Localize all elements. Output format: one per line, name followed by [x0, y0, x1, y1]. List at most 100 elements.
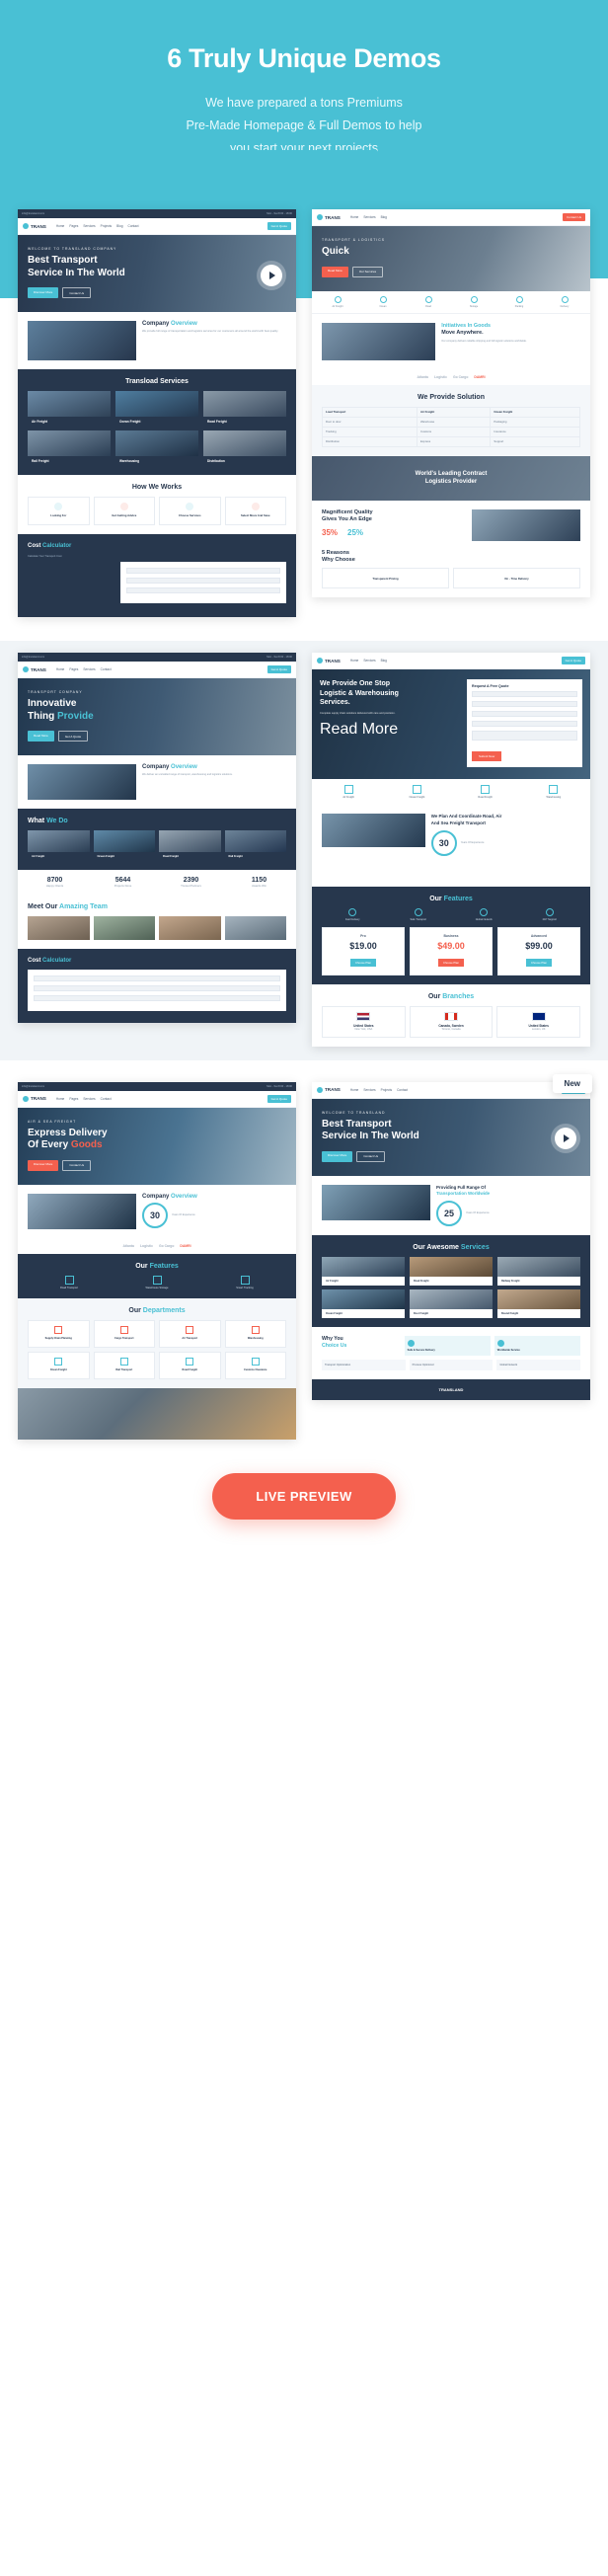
nav-item-services[interactable]: Services: [83, 667, 95, 671]
demo-screenshot-6[interactable]: TRANS Home Services Projects Contact Get…: [312, 1081, 590, 1400]
header-cta-button[interactable]: Contact Us: [563, 213, 585, 222]
nav-item-contact[interactable]: Contact: [397, 1088, 408, 1092]
service-label[interactable]: Ocean Freight: [322, 1308, 405, 1318]
nav-item-contact[interactable]: Contact: [101, 1097, 112, 1101]
logo[interactable]: TRANS: [23, 666, 46, 673]
nav-menu[interactable]: Home Services Blog: [350, 659, 387, 663]
demo-screenshot-5[interactable]: info@transland.com Mon - Sat 8:00 - 18:0…: [18, 1081, 296, 1440]
nav-item-blog[interactable]: Blog: [381, 659, 387, 663]
icon-item[interactable]: Packing: [497, 295, 541, 308]
logo[interactable]: TRANS: [23, 1095, 46, 1102]
logo[interactable]: TRANS: [317, 658, 341, 664]
branch-item[interactable]: Canada, Sweden Toronto, Canada: [409, 1005, 494, 1038]
quote-phone-input[interactable]: [471, 711, 577, 718]
department-item[interactable]: Rail Transport: [93, 1351, 155, 1379]
branch-item[interactable]: United States New York, USA: [322, 1005, 406, 1038]
department-item[interactable]: Warehousing: [224, 1319, 286, 1348]
quote-form[interactable]: Request A Free Quote Submit Now: [466, 679, 582, 768]
nav-item-projects[interactable]: Projects: [381, 1088, 393, 1092]
nav-menu[interactable]: Home Services Blog: [350, 215, 387, 219]
calculator-input[interactable]: [126, 568, 280, 575]
service-label[interactable]: Rail Freight: [28, 456, 111, 467]
nav-item-home[interactable]: Home: [56, 1097, 65, 1101]
team-member-photo[interactable]: [28, 916, 90, 941]
service-label[interactable]: Road Freight: [203, 417, 286, 428]
service-label[interactable]: Ocean Freight: [93, 852, 155, 862]
icon-item[interactable]: Delivery: [543, 295, 586, 308]
nav-item-projects[interactable]: Projects: [101, 224, 113, 228]
nav-item-contact[interactable]: Contact: [128, 224, 139, 228]
team-member-photo[interactable]: [93, 916, 155, 941]
nav-menu[interactable]: Home Pages Services Contact: [56, 667, 112, 671]
icon-item[interactable]: Ocean Freight: [384, 785, 449, 799]
calculator-input[interactable]: [126, 587, 280, 594]
nav-item-services[interactable]: Services: [83, 1097, 95, 1101]
nav-item-blog[interactable]: Blog: [116, 224, 122, 228]
quote-email-input[interactable]: [471, 701, 577, 708]
nav-menu[interactable]: Home Pages Services Contact: [56, 1097, 112, 1101]
quote-submit-button[interactable]: Submit Now: [471, 751, 502, 762]
calculator-input[interactable]: [34, 985, 280, 992]
banner-secondary-button[interactable]: Contact Us: [62, 1159, 92, 1171]
banner-primary-button[interactable]: Discover More: [28, 287, 59, 299]
pricing-card[interactable]: Advanced $99.00 Choose Plan: [497, 926, 580, 976]
service-label[interactable]: Distribution: [203, 456, 286, 467]
department-item[interactable]: Road Freight: [159, 1351, 221, 1379]
coordinate-button[interactable]: Read More: [431, 860, 509, 878]
service-label[interactable]: Air Freight: [28, 852, 90, 862]
banner-secondary-button[interactable]: Get A Quote: [57, 731, 89, 742]
nav-item-home[interactable]: Home: [350, 1088, 359, 1092]
demo-screenshot-4[interactable]: TRANS Home Services Blog Get A Quote We …: [312, 653, 590, 1047]
department-item[interactable]: Customs Clearance: [224, 1351, 286, 1379]
icon-item[interactable]: Road Freight: [453, 785, 518, 799]
service-label[interactable]: Door Freight: [410, 1308, 493, 1318]
nav-menu[interactable]: Home Pages Services Projects Blog Contac…: [56, 224, 139, 228]
team-member-photo[interactable]: [224, 916, 286, 941]
demo-screenshot-1[interactable]: info@transland.com Mon - Sat 8:00 - 18:0…: [18, 209, 296, 618]
play-icon[interactable]: [261, 265, 282, 286]
service-label[interactable]: Rail Freight: [224, 852, 286, 862]
icon-item[interactable]: Air Freight: [316, 785, 381, 799]
nav-item-services[interactable]: Services: [363, 659, 375, 663]
department-item[interactable]: Air Transport: [159, 1319, 221, 1348]
service-label[interactable]: Warehousing: [115, 456, 198, 467]
icon-item[interactable]: Road: [407, 295, 450, 308]
nav-item-home[interactable]: Home: [350, 215, 359, 219]
icon-item[interactable]: Storage: [452, 295, 495, 308]
logo[interactable]: TRANS: [317, 1086, 341, 1093]
department-item[interactable]: Ocean Freight: [28, 1351, 90, 1379]
nav-item-contact[interactable]: Contact: [101, 667, 112, 671]
nav-item-services[interactable]: Services: [363, 1088, 375, 1092]
header-cta-button[interactable]: Get A Quote: [266, 1094, 291, 1103]
plan-button[interactable]: Choose Plan: [349, 958, 376, 967]
service-label[interactable]: Ocean Freight: [115, 417, 198, 428]
logo[interactable]: TRANS: [317, 214, 341, 221]
calculator-input[interactable]: [34, 995, 280, 1002]
icon-item[interactable]: Ocean: [361, 295, 405, 308]
service-label[interactable]: Bound Freight: [497, 1308, 580, 1318]
service-label[interactable]: Air Freight: [322, 1276, 405, 1286]
nav-item-services[interactable]: Services: [363, 215, 375, 219]
banner-primary-button[interactable]: Read More: [320, 721, 398, 739]
nav-item-pages[interactable]: Pages: [69, 667, 78, 671]
demo-screenshot-2[interactable]: TRANS Home Services Blog Contact Us TRAN…: [312, 209, 590, 598]
demo-screenshot-3[interactable]: info@transland.com Mon - Sat 8:00 - 18:0…: [18, 653, 296, 1024]
banner-primary-button[interactable]: Discover More: [322, 1150, 353, 1162]
header-cta-button[interactable]: Get A Quote: [561, 657, 585, 665]
nav-menu[interactable]: Home Services Projects Contact: [350, 1088, 408, 1092]
header-cta-button[interactable]: Get A Quote: [266, 665, 291, 674]
quote-service-select[interactable]: [471, 721, 577, 728]
department-item[interactable]: Cargo Transport: [93, 1319, 155, 1348]
plan-button[interactable]: Choose Plan: [437, 958, 464, 967]
pricing-card[interactable]: Pro $19.00 Choose Plan: [322, 926, 405, 976]
banner-secondary-button[interactable]: Our Services: [351, 266, 384, 277]
logo[interactable]: TRANS: [23, 223, 46, 230]
plan-button[interactable]: Choose Plan: [525, 958, 552, 967]
team-member-photo[interactable]: [159, 916, 221, 941]
icon-item[interactable]: Warehousing: [521, 785, 586, 799]
quote-message-input[interactable]: [471, 731, 577, 742]
calculator-input[interactable]: [34, 976, 280, 982]
calculator-input[interactable]: [126, 578, 280, 585]
nav-item-home[interactable]: Home: [56, 667, 65, 671]
pricing-card[interactable]: Business $49.00 Choose Plan: [410, 926, 493, 976]
